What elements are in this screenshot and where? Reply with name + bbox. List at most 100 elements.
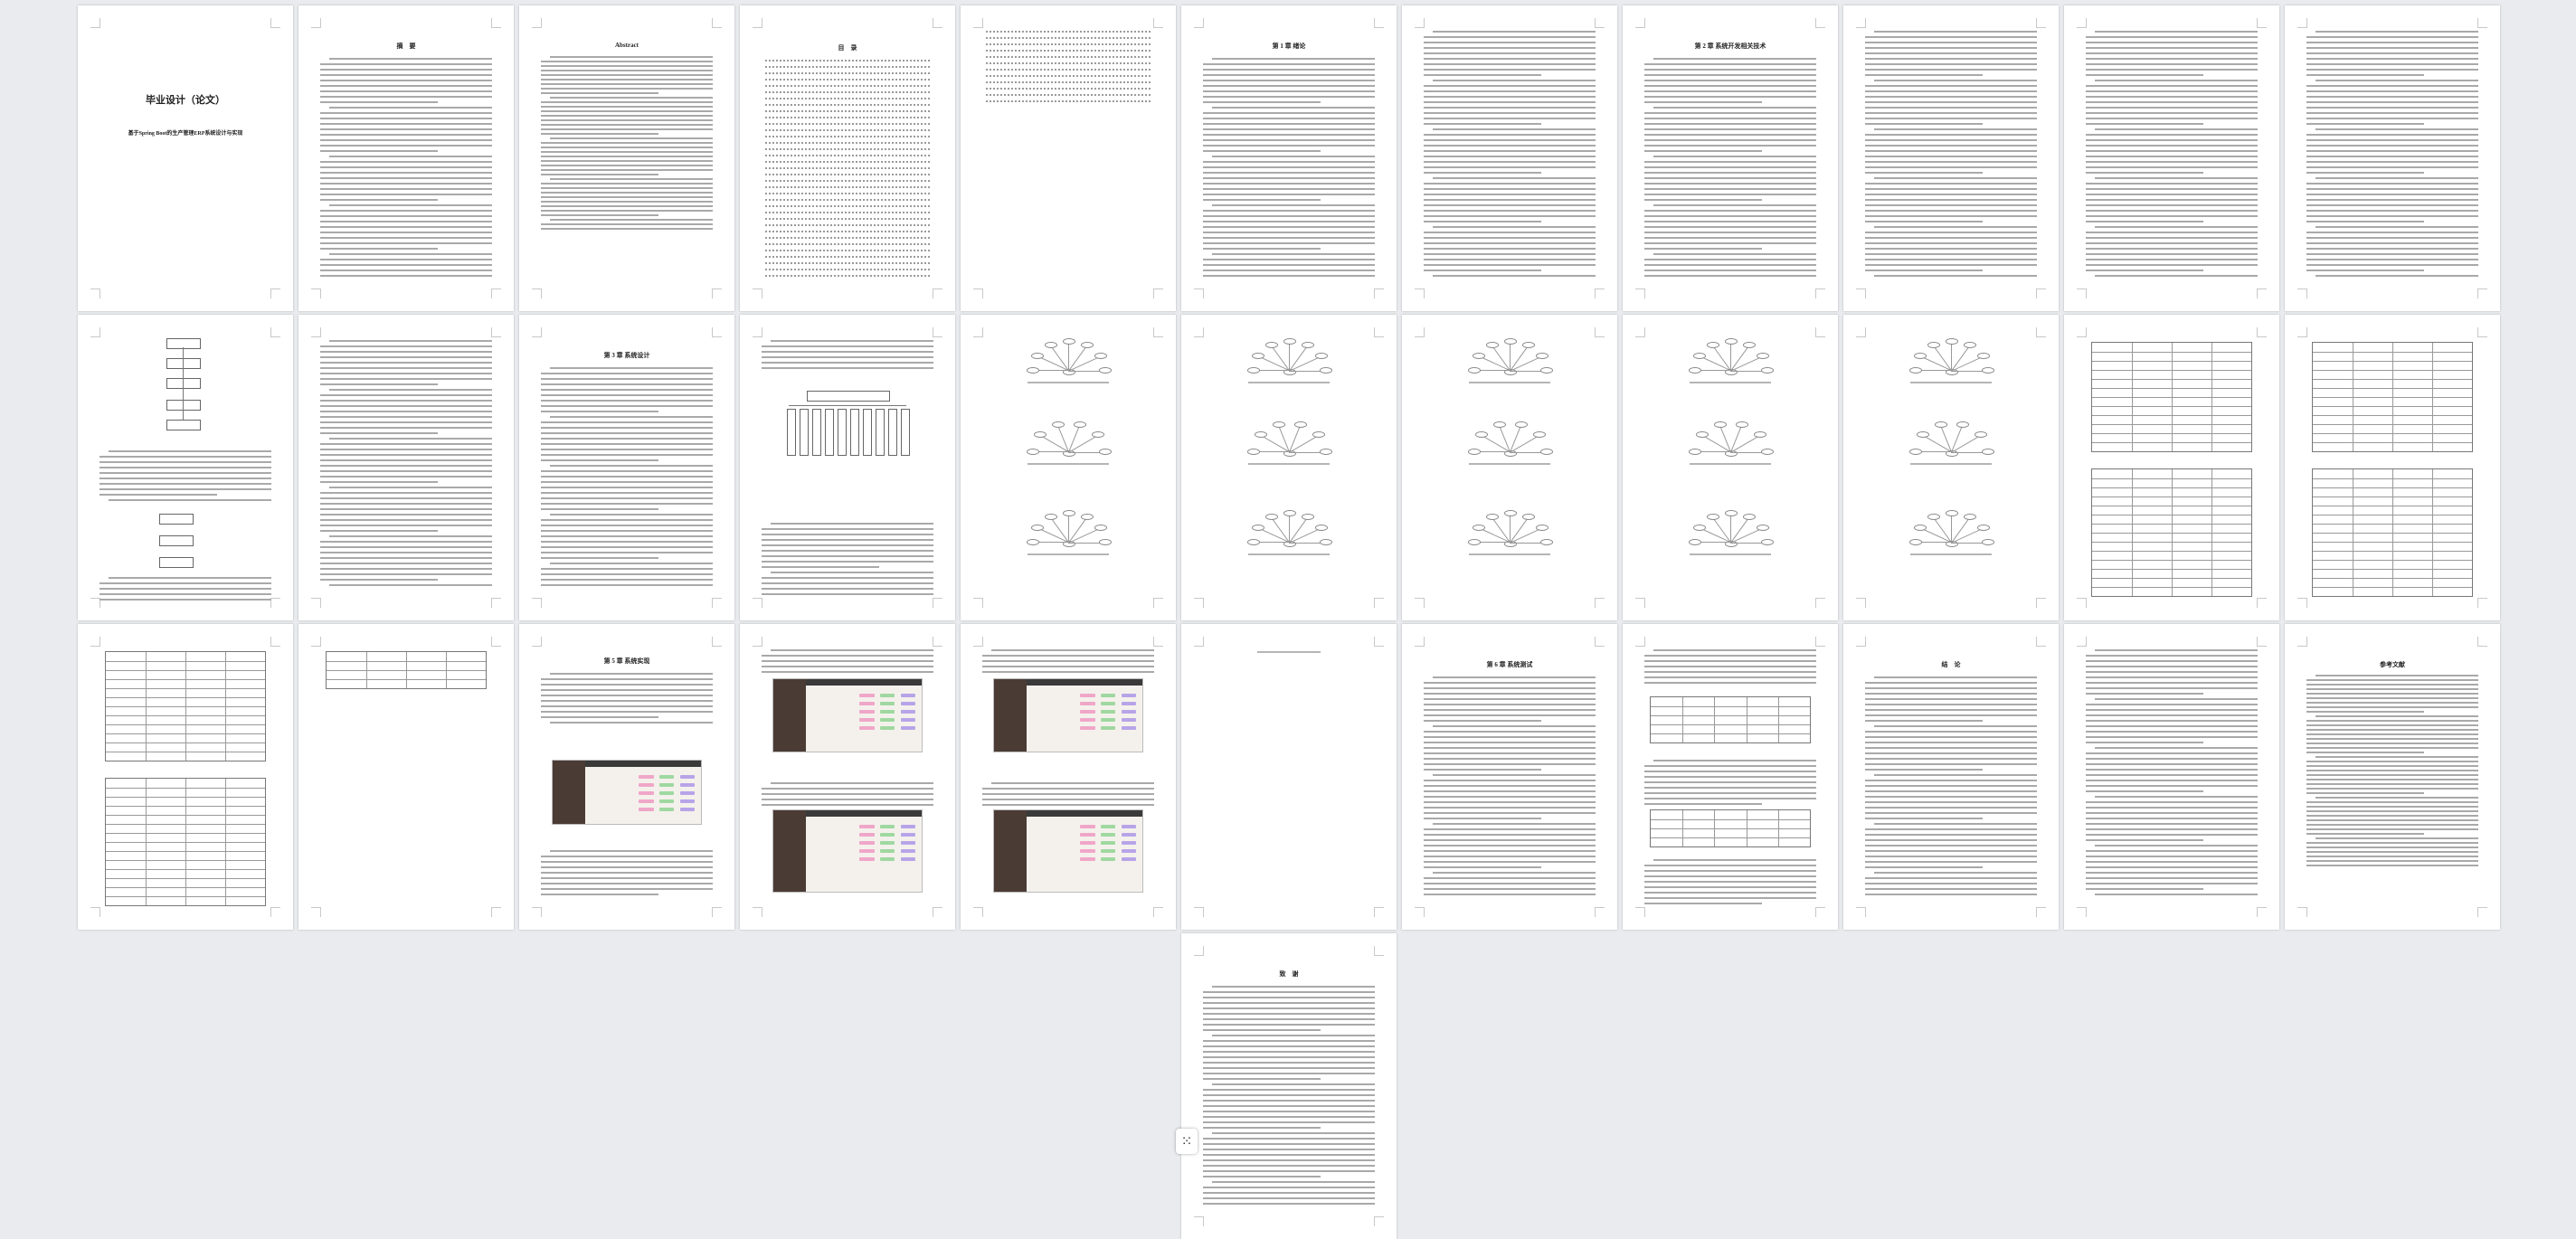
text-line	[2306, 112, 2478, 114]
text-line	[2086, 52, 2258, 54]
page-thumbnail[interactable]	[1402, 315, 1617, 620]
floating-menu-button[interactable]: ⁙	[1176, 1129, 1198, 1154]
screenshot-button	[680, 783, 696, 787]
page-thumbnail[interactable]	[298, 315, 514, 620]
page-thumbnail[interactable]	[961, 5, 1176, 311]
text-line	[1644, 870, 1816, 872]
er-attribute	[1976, 353, 1990, 359]
page-thumbnail[interactable]: 第 5 章 系统实现	[519, 624, 734, 930]
text-line	[1865, 796, 2037, 798]
text-line	[1644, 90, 1816, 92]
page-thumbnail[interactable]	[2064, 5, 2279, 311]
page-thumbnail[interactable]	[1181, 315, 1397, 620]
page-thumbnail[interactable]: 致 谢	[1181, 933, 1397, 1239]
page-thumbnail[interactable]: 第 6 章 系统测试	[1402, 624, 1617, 930]
text-line	[1203, 1170, 1375, 1172]
page-thumbnail[interactable]	[2285, 5, 2500, 311]
text-line	[2316, 275, 2478, 277]
figure-caption	[1028, 382, 1109, 383]
text-line	[320, 194, 492, 195]
toc-entry	[765, 269, 932, 270]
figure-caption	[1248, 382, 1330, 383]
text-line	[2086, 145, 2258, 147]
table-col-rule	[1777, 810, 1779, 846]
page-thumbnail[interactable]: 结 论	[1843, 624, 2059, 930]
page-thumbnail[interactable]: 摘 要	[298, 5, 514, 311]
text-line	[1644, 776, 1816, 778]
toc-entry	[765, 174, 932, 175]
page-thumbnail[interactable]: Abstract	[519, 5, 734, 311]
text-line	[541, 459, 658, 461]
page-thumbnail[interactable]: 目 录	[740, 5, 955, 311]
text-line	[550, 416, 713, 418]
table-col-rule	[1714, 810, 1716, 846]
page-thumbnail[interactable]	[2285, 315, 2500, 620]
text-line	[1203, 242, 1375, 244]
page-thumbnail[interactable]	[1843, 5, 2059, 311]
screenshot-button	[880, 702, 895, 705]
text-line	[762, 666, 933, 667]
text-line	[1644, 150, 1762, 152]
screenshot-figure	[552, 760, 702, 825]
text-line	[320, 123, 492, 125]
page-thumbnail[interactable]	[298, 624, 514, 930]
text-line	[2306, 134, 2478, 136]
text-line	[1644, 792, 1816, 794]
text-line	[1203, 1062, 1375, 1064]
screenshot-button	[859, 718, 875, 722]
page-thumbnail[interactable]	[1181, 624, 1397, 930]
page-thumbnail[interactable]	[961, 315, 1176, 620]
text-line	[762, 550, 933, 552]
text-line	[1424, 242, 1596, 244]
text-line	[1865, 742, 2037, 743]
toc-entry	[765, 250, 932, 251]
er-attribute	[1283, 338, 1296, 345]
page-thumbnail[interactable]: 第 1 章 绪论	[1181, 5, 1397, 311]
toc-entry	[765, 205, 932, 207]
page-thumbnail[interactable]	[2064, 315, 2279, 620]
page-thumbnail[interactable]: 毕业设计（论文） 基于Spring Boot的生产管理ERP系统设计与实现	[78, 5, 293, 311]
text-line	[1865, 199, 2037, 201]
text-line	[320, 563, 492, 564]
page-thumbnail[interactable]	[961, 624, 1176, 930]
page-thumbnail[interactable]	[1623, 624, 1838, 930]
er-attribute	[1982, 449, 1994, 455]
page-thumbnail[interactable]	[740, 624, 955, 930]
text-line	[2086, 704, 2258, 705]
text-line	[1874, 177, 2037, 179]
text-line	[99, 593, 271, 595]
page-thumbnail[interactable]	[1623, 315, 1838, 620]
text-line	[2086, 199, 2258, 201]
page-thumbnail[interactable]	[78, 315, 293, 620]
text-line	[2316, 128, 2478, 130]
page-thumbnail[interactable]	[740, 315, 955, 620]
text-line	[320, 85, 492, 87]
er-attribute	[1092, 431, 1105, 439]
crop-mark	[1374, 598, 1384, 608]
page-thumbnail[interactable]: 第 2 章 系统开发相关技术	[1623, 5, 1838, 311]
text-line	[1644, 63, 1816, 65]
screenshot-button	[701, 799, 702, 803]
text-line	[2306, 846, 2478, 848]
page-thumbnail[interactable]: 第 3 章 系统设计	[519, 315, 734, 620]
text-line	[1424, 861, 1596, 863]
screenshot-button	[880, 718, 895, 722]
page-thumbnail[interactable]	[1402, 5, 1617, 311]
toc-entry	[986, 37, 1152, 39]
text-line	[320, 232, 492, 233]
text-line	[1424, 101, 1596, 103]
page-thumbnail[interactable]: 参考文献	[2285, 624, 2500, 930]
page-thumbnail[interactable]	[2064, 624, 2279, 930]
screenshot-button	[1080, 857, 1095, 861]
text-line	[2095, 698, 2258, 700]
text-line	[1424, 801, 1596, 803]
text-line	[1874, 226, 2037, 228]
text-line	[1203, 96, 1375, 98]
screenshot-button	[1080, 849, 1095, 853]
crop-mark	[712, 18, 722, 28]
screenshot-button	[859, 710, 875, 714]
page-thumbnail[interactable]	[78, 624, 293, 930]
toc-entry	[765, 231, 932, 232]
module-tree-node	[812, 409, 821, 456]
page-thumbnail[interactable]	[1843, 315, 2059, 620]
